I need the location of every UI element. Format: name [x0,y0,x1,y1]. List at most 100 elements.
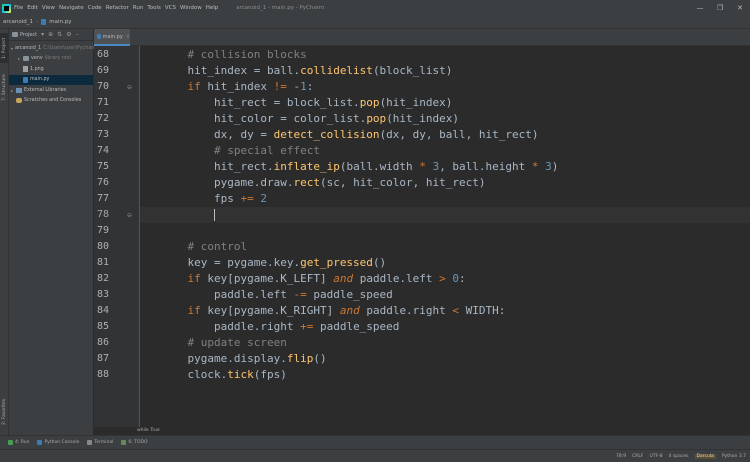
code-line[interactable]: paddle.right += paddle_speed [161,319,399,335]
close-icon[interactable]: ✕ [730,0,750,16]
tab-project[interactable]: 1: Project [0,33,9,63]
editor-tab-bar: main.py × [94,29,750,46]
line-number[interactable]: 82 [79,273,109,284]
code-line[interactable]: if hit_index != -1: [161,79,314,95]
nav-separator-icon: › [36,19,39,25]
menu-tools[interactable]: Tools [147,5,161,11]
fold-toggle-icon[interactable]: ⊖ [127,85,132,91]
code-token: and [333,272,354,285]
menu-edit[interactable]: Edit [27,5,38,11]
line-number[interactable]: 74 [79,145,109,156]
gear-icon[interactable]: ⚙ [66,31,71,38]
dropdown-icon[interactable]: ▾ [41,31,44,38]
tab-main-py[interactable]: main.py × [94,29,130,46]
menu-vcs[interactable]: VCS [165,5,176,11]
code-line[interactable]: # special effect [161,143,320,159]
menu-refactor[interactable]: Refactor [106,5,129,11]
menu-navigate[interactable]: Navigate [59,5,84,11]
line-number[interactable]: 77 [79,193,109,204]
code-line[interactable]: if key[pygame.K_RIGHT] and paddle.right … [161,303,506,319]
line-number[interactable]: 69 [79,65,109,76]
code-line[interactable]: key = pygame.key.get_pressed() [161,255,386,271]
line-number[interactable]: 73 [79,129,109,140]
tool-window-button[interactable]: Terminal [87,440,113,445]
code-token: (sc, hit_color, hit_rect) [319,176,486,189]
expanded-arrow-icon[interactable]: ▾ [11,46,13,51]
code-line[interactable]: # control [161,239,248,255]
caret-position[interactable]: 78:9 [616,454,626,459]
maximize-icon[interactable]: ❐ [710,0,730,16]
code-line[interactable]: pygame.draw.rect(sc, hit_color, hit_rect… [161,175,486,191]
code-editor[interactable]: # collision blocks hit_index = ball.coll… [140,46,750,435]
line-number[interactable]: 68 [79,49,109,60]
theme-indicator[interactable]: Darcula [694,454,716,459]
file-encoding[interactable]: UTF-8 [650,454,663,459]
code-token: # special effect [213,144,320,157]
line-number[interactable]: 88 [79,369,109,380]
line-number[interactable]: 83 [79,289,109,300]
code-line[interactable]: hit_rect = block_list.pop(hit_index) [161,95,452,111]
close-tab-icon[interactable]: × [126,34,130,40]
code-line[interactable]: clock.tick(fps) [161,367,286,383]
line-number[interactable]: 78 [79,209,109,220]
line-number[interactable]: 80 [79,241,109,252]
line-number[interactable]: 75 [79,161,109,172]
line-number[interactable]: 85 [79,321,109,332]
line-number[interactable]: 72 [79,113,109,124]
line-number[interactable]: 71 [79,97,109,108]
code-line[interactable]: pygame.display.flip() [161,351,326,367]
code-line[interactable]: if key[pygame.K_LEFT] and paddle.left > … [161,271,466,287]
menu-run[interactable]: Run [133,5,144,11]
menu-window[interactable]: Window [180,5,202,11]
locate-icon[interactable]: ⊕ [48,31,53,38]
fold-toggle-icon[interactable]: ⊖ [127,213,132,219]
menu-help[interactable]: Help [206,5,219,11]
code-token: if [187,304,201,317]
line-number[interactable]: 84 [79,305,109,316]
project-panel-title[interactable]: Project [20,32,37,38]
collapse-icon[interactable]: ⇅ [57,31,62,38]
code-line[interactable]: paddle.left -= paddle_speed [161,287,393,303]
code-token: paddle_speed [313,320,400,333]
indent-setting[interactable]: 4 spaces [669,454,689,459]
code-line[interactable]: fps += 2 [161,191,267,207]
code-line[interactable]: # collision blocks [161,47,307,63]
code-token: * [419,160,426,173]
line-number[interactable]: 87 [79,353,109,364]
code-line[interactable]: dx, dy = detect_collision(dx, dy, ball, … [161,127,539,143]
tool-window-button[interactable]: 6: TODO [121,440,148,445]
code-token: pop [366,112,387,125]
nav-project[interactable]: arcanoid_1 [3,19,33,25]
editor-breadcrumb[interactable]: while True [94,427,750,435]
code-line[interactable]: hit_rect.inflate_ip(ball.width * 3 , ball… [161,159,558,175]
code-line[interactable]: hit_color = color_list.pop(hit_index) [161,111,459,127]
tab-favorites[interactable]: 2: Favorites [0,395,9,429]
code-token: pygame.draw. [161,176,294,189]
tab-structure[interactable]: 7: Structure [0,71,9,105]
nav-file[interactable]: main.py [49,19,71,25]
menu-code[interactable]: Code [88,5,102,11]
editor-tab-label: main.py [102,33,123,40]
line-number[interactable]: 76 [79,177,109,188]
code-line[interactable] [161,207,214,223]
line-separator[interactable]: CRLF [632,454,643,459]
code-token: detect_collision [273,128,380,141]
tool-window-button[interactable]: 4: Run [8,440,29,445]
code-line[interactable]: # update screen [161,335,287,351]
python-interpreter[interactable]: Python 3.7 [722,454,746,459]
tool-window-button[interactable]: Python Console [37,440,79,445]
menu-view[interactable]: View [42,5,55,11]
menu-file[interactable]: File [14,5,23,11]
line-number[interactable]: 70 [79,81,109,92]
line-number[interactable]: 86 [79,337,109,348]
hide-icon[interactable]: – [76,31,79,38]
code-token: collidelist [300,64,373,77]
code-line[interactable]: hit_index = ball.collidelist(block_list) [161,63,452,79]
line-number[interactable]: 79 [79,225,109,236]
line-number-gutter[interactable]: 68 69 70 ⊖ 71 72 73 74 75 76 77 78 ⊖ 79 80 81 82 83 84 85 86… [94,46,140,435]
minimize-icon[interactable]: — [690,0,710,16]
line-number[interactable]: 81 [79,257,109,268]
code-token: += [240,192,254,205]
status-bar: 78:9 CRLF UTF-8 4 spaces Darcula Python … [0,449,750,462]
